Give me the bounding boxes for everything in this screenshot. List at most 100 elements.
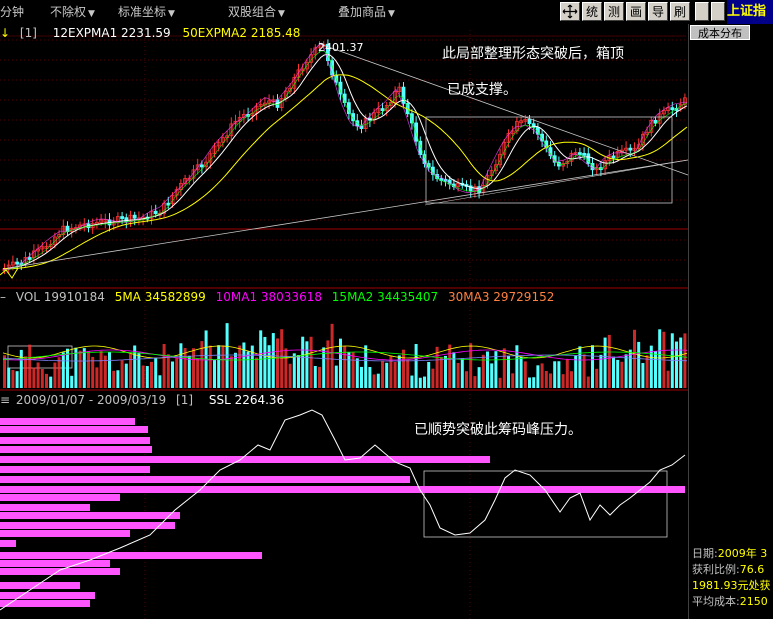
chip-bar — [0, 560, 110, 567]
volume-bar — [523, 361, 527, 388]
candle-body — [527, 118, 532, 125]
volume-bar — [78, 350, 82, 388]
ma-green-line — [2, 50, 688, 272]
candle-body — [628, 147, 633, 151]
volume-bar — [376, 373, 380, 388]
volume-bar — [439, 356, 443, 388]
candle-body — [611, 155, 616, 159]
volume-bar — [292, 353, 296, 388]
kline-chart-area[interactable] — [0, 0, 773, 619]
volume-bar — [406, 360, 410, 388]
volume-bar — [162, 344, 166, 388]
volume-bar — [45, 373, 48, 388]
chip-bar — [0, 540, 16, 547]
volume-bar — [381, 360, 384, 388]
volume-bars — [2, 323, 688, 388]
volume-bar — [32, 367, 36, 388]
volume-bar — [641, 363, 645, 388]
volume-bar — [288, 363, 292, 388]
volume-bar — [145, 366, 149, 388]
volume-bar — [490, 363, 494, 388]
volume-bar — [603, 337, 607, 388]
candle-body — [582, 152, 586, 156]
volume-bar — [271, 333, 275, 388]
volume-bar — [297, 355, 300, 388]
candle-body — [15, 261, 20, 265]
chip-bar — [0, 466, 150, 473]
volume-bar — [549, 373, 552, 388]
volume-bar — [431, 368, 435, 388]
volume-bar — [246, 351, 250, 388]
volume-bar — [528, 377, 531, 388]
volume-bar — [469, 343, 473, 388]
volume-bar — [393, 362, 397, 388]
volume-bar — [675, 341, 678, 388]
volume-bar — [187, 355, 191, 388]
chip-bar — [0, 512, 180, 519]
volume-bar — [334, 365, 338, 388]
volume-bar — [225, 323, 229, 388]
volume-bar — [124, 363, 128, 388]
volume-bar — [61, 352, 65, 388]
volume-bar — [418, 377, 422, 388]
volume-bar — [276, 338, 279, 388]
volume-bar — [368, 366, 372, 388]
candle-body — [380, 108, 385, 111]
volume-bar — [389, 355, 393, 388]
stat-avg-cost: 平均成本:2150 — [692, 595, 768, 608]
volume-bar — [637, 341, 641, 388]
volume-bar — [309, 336, 313, 388]
volume-bar — [108, 351, 111, 388]
vol-value: VOL 19910184 — [15, 290, 105, 304]
volume-bar — [633, 329, 636, 388]
volume-bar — [385, 362, 389, 388]
chip-bar — [0, 486, 685, 493]
volume-bar — [666, 370, 670, 388]
main-legend: ↓ [1] 12EXPMA1 2231.59 50EXPMA2 2185.48 — [0, 26, 300, 40]
volume-bar — [465, 371, 468, 388]
volume-bar — [213, 359, 216, 388]
volume-bar — [313, 365, 317, 388]
volume-bar — [511, 373, 515, 388]
volume-bar — [120, 360, 124, 388]
volume-bar — [624, 354, 628, 388]
volume-bar — [82, 348, 86, 388]
chip-bar — [0, 522, 175, 529]
tab-cost-distribution[interactable]: 成本分布 — [690, 25, 750, 40]
volume-bar — [540, 363, 544, 388]
annotation-line1: 此局部整理形态突破后，箱顶 — [442, 46, 624, 62]
volume-bar — [423, 376, 426, 388]
annotation-line2: 已成支撑。 — [447, 82, 517, 98]
chip-bar — [0, 530, 130, 537]
volume-bar — [612, 356, 615, 388]
volume-bar — [595, 368, 599, 388]
volume-bar — [11, 370, 15, 388]
volume-bar — [360, 366, 363, 388]
volume-bar — [99, 351, 103, 388]
volume-bar — [570, 371, 573, 388]
volume-bar — [402, 349, 405, 388]
box-line — [424, 159, 689, 206]
volume-bar — [238, 345, 242, 388]
volume-bar — [574, 355, 578, 388]
volume-bar — [679, 337, 683, 388]
volume-bar — [318, 366, 321, 388]
volume-bar — [460, 358, 464, 388]
volume-bar — [620, 361, 624, 388]
ssl-box — [423, 470, 668, 538]
volume-bar — [49, 376, 53, 388]
volume-bar — [175, 357, 179, 388]
volume-bar — [599, 354, 603, 388]
volume-bar — [40, 369, 44, 388]
legend-ma2: 50EXPMA2 2185.48 — [182, 26, 301, 40]
volume-bar — [502, 348, 506, 388]
candle-body — [653, 119, 658, 124]
volume-bar — [586, 376, 590, 388]
chip-bar — [0, 592, 95, 599]
volume-bar — [582, 354, 586, 388]
volume-bar — [154, 357, 158, 388]
volume-bar — [116, 370, 120, 388]
volume-bar — [355, 358, 359, 388]
candle-body — [120, 216, 124, 219]
volume-bar — [351, 352, 355, 388]
